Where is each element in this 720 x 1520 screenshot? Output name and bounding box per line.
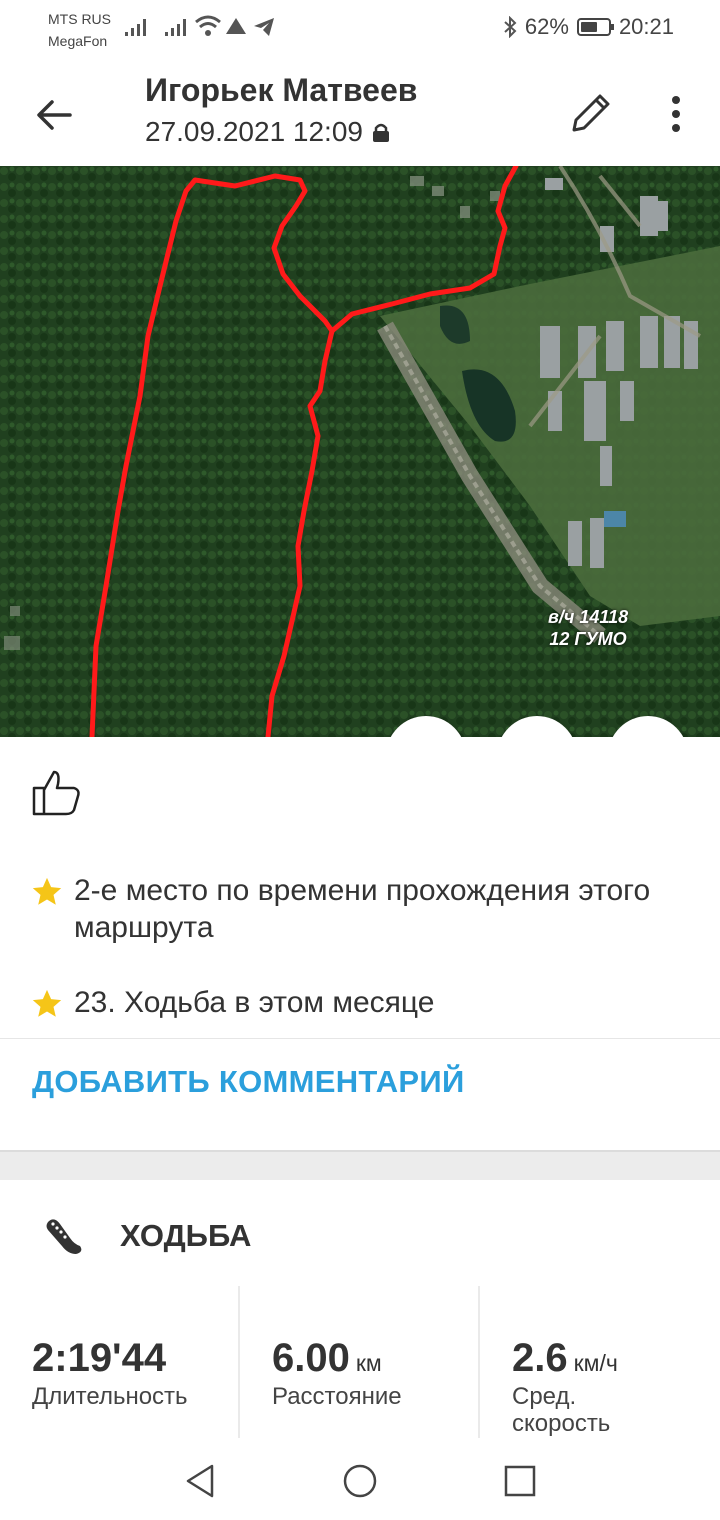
stat-avg-speed: 2.6 км/ч Сред. скорость <box>512 1336 618 1437</box>
achievement-text: 23. Ходьба в этом месяце <box>74 986 435 1019</box>
stat-duration: 2:19'44 Длительность <box>32 1336 232 1410</box>
signal-icon <box>125 19 146 36</box>
route-map[interactable]: в/ч 14118 12 ГУМО <box>0 166 720 737</box>
stat-unit: км <box>355 1350 382 1376</box>
achievement-item: 23. Ходьба в этом месяце <box>30 984 680 1021</box>
status-bar: MTS RUS MegaFon 62% 20:21 <box>0 0 720 60</box>
achievement-item: 2-е место по времени прохождения этого м… <box>30 872 680 946</box>
stat-value: 2.6 <box>512 1336 568 1380</box>
divider <box>0 1038 720 1039</box>
signal-icon-2 <box>165 19 186 36</box>
stat-unit: км/ч <box>573 1350 618 1376</box>
app-header: Игорьек Матвеев 27.09.2021 12:09 <box>0 60 720 166</box>
carrier-name-2: MegaFon <box>48 33 108 49</box>
activity-datetime: 27.09.2021 12:09 <box>145 116 391 148</box>
stat-value: 2:19'44 <box>32 1336 167 1380</box>
system-nav-bar <box>0 1440 720 1520</box>
map-place-label: в/ч 14118 12 ГУМО <box>548 606 628 650</box>
carrier-name-1: MTS RUS <box>48 11 111 27</box>
lock-icon <box>372 123 389 142</box>
section-separator <box>0 1150 720 1180</box>
telegram-icon <box>254 18 274 36</box>
star-icon <box>32 989 62 1017</box>
map-label-line-2: 12 ГУМО <box>549 629 627 649</box>
star-icon <box>32 877 62 905</box>
satellite-map-image <box>0 166 720 737</box>
datetime-text: 27.09.2021 12:09 <box>145 116 363 147</box>
like-icon[interactable] <box>28 764 84 820</box>
stat-separator <box>478 1286 480 1438</box>
battery-icon <box>576 18 614 36</box>
walking-shoe-icon <box>46 1219 82 1254</box>
stat-separator <box>238 1286 240 1438</box>
battery-percent: 62% <box>524 14 569 39</box>
carrier-info: MTS RUS MegaFon <box>48 8 111 52</box>
map-label-line-1: в/ч 14118 <box>548 607 629 627</box>
back-button[interactable] <box>30 90 80 140</box>
achievement-text: 2-е место по времени прохождения этого м… <box>74 874 651 944</box>
bluetooth-icon <box>504 16 517 38</box>
wifi-icon <box>195 15 221 36</box>
nav-recents-icon[interactable] <box>497 1458 543 1504</box>
battery-fill <box>580 22 598 32</box>
stat-distance: 6.00 км Расстояние <box>272 1336 472 1410</box>
status-time: 20:21 <box>618 14 674 39</box>
page-title: Игорьек Матвеев <box>145 72 418 108</box>
stat-label: Длительность <box>32 1383 188 1410</box>
stat-value: 6.00 <box>272 1336 350 1380</box>
add-comment-button[interactable]: ДОБАВИТЬ КОММЕНТАРИЙ <box>32 1064 465 1100</box>
edit-icon[interactable] <box>566 86 618 138</box>
nav-home-icon[interactable] <box>337 1458 383 1504</box>
more-options-icon[interactable] <box>660 88 692 140</box>
stat-label: Расстояние <box>272 1383 402 1410</box>
nav-back-icon[interactable] <box>178 1458 224 1504</box>
navigation-icon <box>226 18 246 34</box>
stat-label: Сред. скорость <box>512 1383 611 1437</box>
status-right: 62% 20:21 <box>503 14 674 40</box>
activity-type: ХОДЬБА <box>120 1218 252 1253</box>
